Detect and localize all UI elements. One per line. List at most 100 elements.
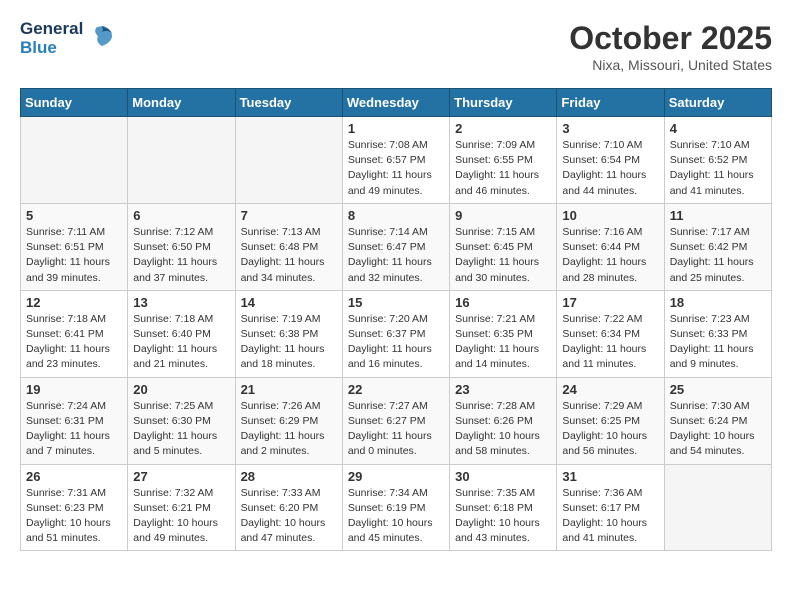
day-cell-14: 14 Sunrise: 7:19 AM Sunset: 6:38 PM Dayli…	[235, 290, 342, 377]
day-cell-12: 12 Sunrise: 7:18 AM Sunset: 6:41 PM Dayli…	[21, 290, 128, 377]
day-info: Sunrise: 7:21 AM Sunset: 6:35 PM Dayligh…	[455, 312, 551, 373]
day-info: Sunrise: 7:11 AM Sunset: 6:51 PM Dayligh…	[26, 225, 122, 286]
day-number: 2	[455, 121, 551, 136]
day-info: Sunrise: 7:16 AM Sunset: 6:44 PM Dayligh…	[562, 225, 658, 286]
day-info: Sunrise: 7:35 AM Sunset: 6:18 PM Dayligh…	[455, 486, 551, 547]
month-title: October 2025	[569, 20, 772, 57]
page-header: General Blue October 2025 Nixa, Missouri…	[20, 20, 772, 73]
day-info: Sunrise: 7:17 AM Sunset: 6:42 PM Dayligh…	[670, 225, 766, 286]
logo-line2: Blue	[20, 39, 83, 58]
day-number: 31	[562, 469, 658, 484]
empty-cell	[235, 117, 342, 204]
day-info: Sunrise: 7:23 AM Sunset: 6:33 PM Dayligh…	[670, 312, 766, 373]
weekday-header-sunday: Sunday	[21, 89, 128, 117]
day-cell-1: 1Sunrise: 7:08 AM Sunset: 6:57 PM Daylig…	[342, 117, 449, 204]
day-number: 9	[455, 208, 551, 223]
day-info: Sunrise: 7:28 AM Sunset: 6:26 PM Dayligh…	[455, 399, 551, 460]
day-info: Sunrise: 7:15 AM Sunset: 6:45 PM Dayligh…	[455, 225, 551, 286]
empty-cell	[21, 117, 128, 204]
logo-bird-icon	[88, 22, 116, 55]
day-info: Sunrise: 7:34 AM Sunset: 6:19 PM Dayligh…	[348, 486, 444, 547]
day-cell-26: 26 Sunrise: 7:31 AM Sunset: 6:23 PM Dayli…	[21, 464, 128, 551]
day-number: 14	[241, 295, 337, 310]
day-info: Sunrise: 7:18 AM Sunset: 6:41 PM Dayligh…	[26, 312, 122, 373]
weekday-header-monday: Monday	[128, 89, 235, 117]
title-block: October 2025 Nixa, Missouri, United Stat…	[569, 20, 772, 73]
day-info: Sunrise: 7:36 AM Sunset: 6:17 PM Dayligh…	[562, 486, 658, 547]
day-info: Sunrise: 7:08 AM Sunset: 6:57 PM Dayligh…	[348, 138, 444, 199]
day-number: 21	[241, 382, 337, 397]
day-number: 28	[241, 469, 337, 484]
day-number: 17	[562, 295, 658, 310]
week-row-3: 12 Sunrise: 7:18 AM Sunset: 6:41 PM Dayli…	[21, 290, 772, 377]
day-info: Sunrise: 7:20 AM Sunset: 6:37 PM Dayligh…	[348, 312, 444, 373]
day-info: Sunrise: 7:12 AM Sunset: 6:50 PM Dayligh…	[133, 225, 229, 286]
day-cell-20: 20 Sunrise: 7:25 AM Sunset: 6:30 PM Dayli…	[128, 377, 235, 464]
day-info: Sunrise: 7:10 AM Sunset: 6:52 PM Dayligh…	[670, 138, 766, 199]
week-row-4: 19 Sunrise: 7:24 AM Sunset: 6:31 PM Dayli…	[21, 377, 772, 464]
day-number: 3	[562, 121, 658, 136]
day-info: Sunrise: 7:27 AM Sunset: 6:27 PM Dayligh…	[348, 399, 444, 460]
week-row-5: 26 Sunrise: 7:31 AM Sunset: 6:23 PM Dayli…	[21, 464, 772, 551]
day-info: Sunrise: 7:30 AM Sunset: 6:24 PM Dayligh…	[670, 399, 766, 460]
weekday-header-thursday: Thursday	[450, 89, 557, 117]
day-info: Sunrise: 7:22 AM Sunset: 6:34 PM Dayligh…	[562, 312, 658, 373]
day-cell-21: 21 Sunrise: 7:26 AM Sunset: 6:29 PM Dayli…	[235, 377, 342, 464]
day-cell-30: 30 Sunrise: 7:35 AM Sunset: 6:18 PM Dayli…	[450, 464, 557, 551]
day-cell-11: 11 Sunrise: 7:17 AM Sunset: 6:42 PM Dayli…	[664, 203, 771, 290]
day-cell-23: 23 Sunrise: 7:28 AM Sunset: 6:26 PM Dayli…	[450, 377, 557, 464]
day-cell-25: 25 Sunrise: 7:30 AM Sunset: 6:24 PM Dayli…	[664, 377, 771, 464]
day-info: Sunrise: 7:26 AM Sunset: 6:29 PM Dayligh…	[241, 399, 337, 460]
logo: General Blue	[20, 20, 116, 57]
day-info: Sunrise: 7:31 AM Sunset: 6:23 PM Dayligh…	[26, 486, 122, 547]
week-row-2: 5 Sunrise: 7:11 AM Sunset: 6:51 PM Daylig…	[21, 203, 772, 290]
day-number: 19	[26, 382, 122, 397]
day-info: Sunrise: 7:29 AM Sunset: 6:25 PM Dayligh…	[562, 399, 658, 460]
day-info: Sunrise: 7:32 AM Sunset: 6:21 PM Dayligh…	[133, 486, 229, 547]
empty-cell	[664, 464, 771, 551]
day-cell-31: 31 Sunrise: 7:36 AM Sunset: 6:17 PM Dayli…	[557, 464, 664, 551]
day-number: 12	[26, 295, 122, 310]
day-cell-22: 22 Sunrise: 7:27 AM Sunset: 6:27 PM Dayli…	[342, 377, 449, 464]
day-info: Sunrise: 7:09 AM Sunset: 6:55 PM Dayligh…	[455, 138, 551, 199]
day-info: Sunrise: 7:25 AM Sunset: 6:30 PM Dayligh…	[133, 399, 229, 460]
day-number: 20	[133, 382, 229, 397]
day-number: 27	[133, 469, 229, 484]
day-info: Sunrise: 7:10 AM Sunset: 6:54 PM Dayligh…	[562, 138, 658, 199]
day-cell-4: 4 Sunrise: 7:10 AM Sunset: 6:52 PM Daylig…	[664, 117, 771, 204]
day-number: 30	[455, 469, 551, 484]
day-info: Sunrise: 7:13 AM Sunset: 6:48 PM Dayligh…	[241, 225, 337, 286]
day-number: 29	[348, 469, 444, 484]
day-info: Sunrise: 7:24 AM Sunset: 6:31 PM Dayligh…	[26, 399, 122, 460]
day-number: 5	[26, 208, 122, 223]
weekday-header-tuesday: Tuesday	[235, 89, 342, 117]
day-cell-9: 9 Sunrise: 7:15 AM Sunset: 6:45 PM Daylig…	[450, 203, 557, 290]
day-cell-6: 6Sunrise: 7:12 AM Sunset: 6:50 PM Daylig…	[128, 203, 235, 290]
day-number: 11	[670, 208, 766, 223]
day-cell-15: 15 Sunrise: 7:20 AM Sunset: 6:37 PM Dayli…	[342, 290, 449, 377]
day-number: 26	[26, 469, 122, 484]
day-cell-16: 16Sunrise: 7:21 AM Sunset: 6:35 PM Dayli…	[450, 290, 557, 377]
day-info: Sunrise: 7:19 AM Sunset: 6:38 PM Dayligh…	[241, 312, 337, 373]
week-row-1: 1Sunrise: 7:08 AM Sunset: 6:57 PM Daylig…	[21, 117, 772, 204]
day-cell-27: 27 Sunrise: 7:32 AM Sunset: 6:21 PM Dayli…	[128, 464, 235, 551]
day-cell-24: 24Sunrise: 7:29 AM Sunset: 6:25 PM Dayli…	[557, 377, 664, 464]
day-number: 23	[455, 382, 551, 397]
day-info: Sunrise: 7:14 AM Sunset: 6:47 PM Dayligh…	[348, 225, 444, 286]
weekday-header-row: SundayMondayTuesdayWednesdayThursdayFrid…	[21, 89, 772, 117]
weekday-header-wednesday: Wednesday	[342, 89, 449, 117]
weekday-header-saturday: Saturday	[664, 89, 771, 117]
day-number: 13	[133, 295, 229, 310]
day-cell-18: 18Sunrise: 7:23 AM Sunset: 6:33 PM Dayli…	[664, 290, 771, 377]
day-info: Sunrise: 7:33 AM Sunset: 6:20 PM Dayligh…	[241, 486, 337, 547]
day-number: 4	[670, 121, 766, 136]
empty-cell	[128, 117, 235, 204]
day-cell-2: 2 Sunrise: 7:09 AM Sunset: 6:55 PM Daylig…	[450, 117, 557, 204]
day-cell-13: 13 Sunrise: 7:18 AM Sunset: 6:40 PM Dayli…	[128, 290, 235, 377]
day-number: 15	[348, 295, 444, 310]
day-number: 25	[670, 382, 766, 397]
day-number: 22	[348, 382, 444, 397]
day-number: 10	[562, 208, 658, 223]
day-info: Sunrise: 7:18 AM Sunset: 6:40 PM Dayligh…	[133, 312, 229, 373]
day-cell-10: 10 Sunrise: 7:16 AM Sunset: 6:44 PM Dayli…	[557, 203, 664, 290]
